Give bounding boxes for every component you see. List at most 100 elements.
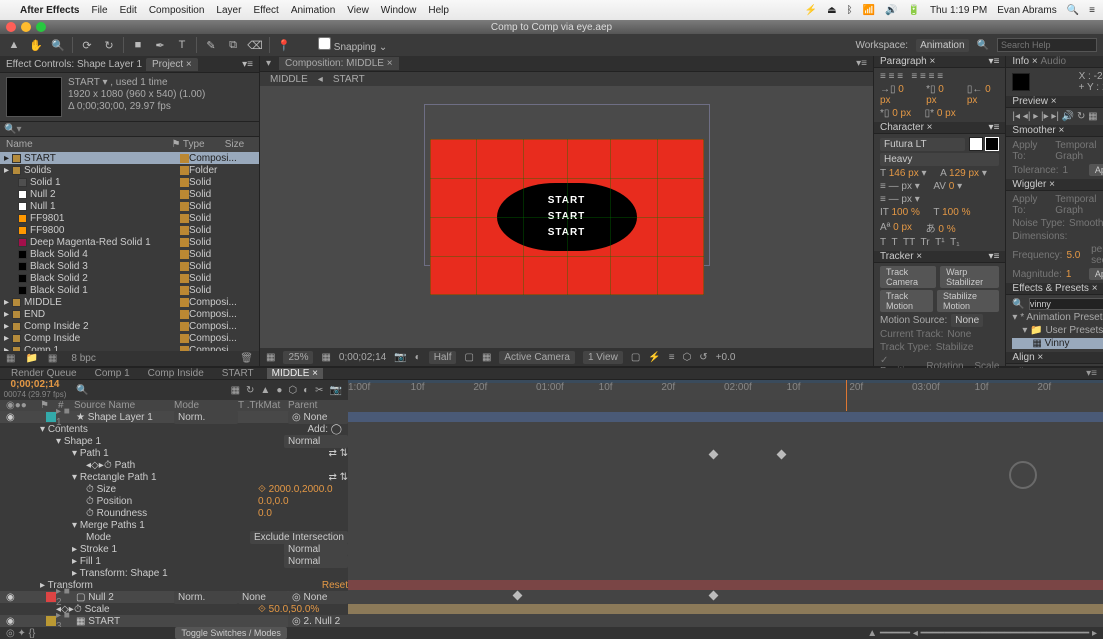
project-item[interactable]: Black Solid 4Solid <box>0 248 259 260</box>
project-item[interactable]: Null 1Solid <box>0 200 259 212</box>
menu-effect[interactable]: Effect <box>253 5 278 16</box>
bluetooth-icon[interactable]: ᛒ <box>847 5 853 16</box>
col-parent[interactable]: Parent <box>288 400 348 411</box>
roi-icon[interactable]: ▢ <box>464 352 473 363</box>
channel-icon[interactable]: ◐ <box>415 352 421 363</box>
comp-icon[interactable]: ▦ <box>48 353 57 364</box>
prop-row[interactable]: ▾ ContentsAdd: ◯ <box>0 423 348 435</box>
character-panel-header[interactable]: Character ×▾≡ <box>874 122 1005 134</box>
selection-tool-icon[interactable]: ▲ <box>6 37 22 53</box>
col-name[interactable]: Name <box>0 139 172 150</box>
align-panel-header[interactable]: Align ×▾≡ <box>1006 352 1103 364</box>
info-panel-header[interactable]: Info × Audio▾≡ <box>1006 56 1103 68</box>
font-style-dropdown[interactable]: Heavy <box>880 153 999 166</box>
menu-view[interactable]: View <box>347 5 369 16</box>
font-size[interactable]: T 146 px ▾ <box>880 168 927 179</box>
history-middle[interactable]: MIDDLE <box>270 74 308 85</box>
prop-row[interactable]: ⏱ Size⟐ 2000.0,2000.0 <box>0 483 348 495</box>
wiggler-panel-header[interactable]: Wiggler ×▾≡ <box>1006 179 1103 191</box>
menu-edit[interactable]: Edit <box>120 5 137 16</box>
clock[interactable]: Thu 1:19 PM <box>930 5 987 16</box>
prop-row[interactable]: ModeExclude Intersection <box>0 531 348 543</box>
col-size[interactable]: Size <box>225 139 259 150</box>
zoom-tool-icon[interactable]: 🔍 <box>50 37 66 53</box>
tab-middle[interactable]: MIDDLE × <box>267 368 323 379</box>
menu-help[interactable]: Help <box>428 5 449 16</box>
text-tool-icon[interactable]: T <box>174 37 190 53</box>
prop-row[interactable]: ▾ Path 1⇄ ⇅ <box>0 447 348 459</box>
tl-switch-icon[interactable]: ↻ <box>246 385 254 396</box>
history-start[interactable]: START <box>333 74 365 85</box>
zoom-dropdown[interactable]: 25% <box>283 351 313 364</box>
exposure-reset-icon[interactable]: ↺ <box>699 352 707 363</box>
project-item[interactable]: Black Solid 2Solid <box>0 272 259 284</box>
fill-swatch[interactable] <box>969 137 983 151</box>
preview-panel-header[interactable]: Preview ×▾≡ <box>1006 96 1103 108</box>
layer-row[interactable]: ◉ ▸ ■ 1★ Shape Layer 1 Norm. ◎ None <box>0 411 348 423</box>
prop-row[interactable]: ▾ Rectangle Path 1⇄ ⇅ <box>0 471 348 483</box>
project-item[interactable]: Black Solid 3Solid <box>0 260 259 272</box>
shape-tool-icon[interactable]: ■ <box>130 37 146 53</box>
indent-left[interactable]: →▯ 0 px <box>880 84 913 106</box>
kerning[interactable]: ≡ — px ▾ <box>880 181 920 192</box>
views-dropdown[interactable]: 1 View <box>583 351 623 364</box>
brush-tool-icon[interactable]: ✎ <box>203 37 219 53</box>
interpret-icon[interactable]: ▦ <box>6 353 15 364</box>
bpc-label[interactable]: 8 bpc <box>71 353 95 364</box>
keyframe[interactable] <box>513 591 523 601</box>
tl-switch-icon[interactable]: ▦ <box>231 385 240 396</box>
prop-row[interactable]: ▸ Fill 1Normal <box>0 555 348 567</box>
keyframe[interactable] <box>709 591 719 601</box>
project-item[interactable]: FF9800Solid <box>0 224 259 236</box>
volume-icon[interactable]: 🔊 <box>885 5 897 16</box>
hand-tool-icon[interactable]: ✋ <box>28 37 44 53</box>
user-name[interactable]: Evan Abrams <box>997 5 1056 16</box>
prop-row[interactable]: ▸ Transform: Shape 1 <box>0 567 348 579</box>
timecode-display[interactable]: 0;00;02;14 00074 (29.97 fps) <box>0 380 70 400</box>
effect-controls-tab[interactable]: Effect Controls: Shape Layer 1 <box>6 59 142 70</box>
spotlight-icon[interactable]: 🔍 <box>1067 5 1079 16</box>
font-family-dropdown[interactable]: Futura LT <box>880 138 965 151</box>
project-item[interactable]: FF9801Solid <box>0 212 259 224</box>
menu-animation[interactable]: Animation <box>291 5 335 16</box>
tl-switch-icon[interactable]: ✂ <box>315 385 323 396</box>
warp-stabilizer-button[interactable]: Warp Stabilizer <box>940 266 999 288</box>
prop-row[interactable]: ◂◇▸⏱ Path <box>0 459 348 471</box>
pen-tool-icon[interactable]: ✒ <box>152 37 168 53</box>
prop-row[interactable]: ▸ Stroke 1Normal <box>0 543 348 555</box>
project-item-list[interactable]: ▸STARTComposi...▸SolidsFolderSolid 1Soli… <box>0 152 259 351</box>
indent-right[interactable]: ▯← 0 px <box>967 84 1000 106</box>
project-tab[interactable]: Project × <box>146 58 198 71</box>
project-item[interactable]: ▸ENDComposi... <box>0 308 259 320</box>
tl-switch-icon[interactable]: ● <box>276 385 282 396</box>
project-item[interactable]: Black Solid 1Solid <box>0 284 259 296</box>
project-item[interactable]: Deep Magenta-Red Solid 1Solid <box>0 236 259 248</box>
tab-comp-inside[interactable]: Comp Inside <box>143 368 209 379</box>
layer-row[interactable]: ◉ ▸ ■ 2▢ Null 2 Norm. None ◎ None <box>0 591 348 603</box>
col-trkmat[interactable]: T .TrkMat <box>238 400 288 411</box>
search-help-input[interactable] <box>997 38 1097 52</box>
horizontal-scale[interactable]: T 100 % <box>933 207 970 218</box>
space-before[interactable]: *▯ 0 px <box>880 108 911 119</box>
tl-switch-icon[interactable]: 📷 <box>330 385 342 396</box>
tab-comp1[interactable]: Comp 1 <box>90 368 135 379</box>
camera-dropdown[interactable]: Active Camera <box>499 351 575 364</box>
window-minimize[interactable] <box>21 22 31 32</box>
tl-switch-icon[interactable]: ◐ <box>303 385 309 396</box>
timeline-icon[interactable]: ≡ <box>669 352 675 363</box>
col-source-name[interactable]: Source Name <box>74 400 174 411</box>
prop-row[interactable]: ◂◇▸⏱ Scale⟐ 50.0,50.0% <box>0 603 348 615</box>
preset-tree-item[interactable]: ▾ 📁 User Presets <box>1012 325 1103 336</box>
pixel-aspect-icon[interactable]: ▢ <box>631 352 640 363</box>
trash-icon[interactable]: 🗑 <box>240 353 253 364</box>
prop-row[interactable]: ▾ Shape 1Normal <box>0 435 348 447</box>
prop-row[interactable]: ⏱ Roundness0.0 <box>0 507 348 519</box>
prop-row[interactable]: ▸ TransformReset <box>0 579 348 591</box>
effects-search-input[interactable] <box>1029 298 1103 310</box>
project-item[interactable]: ▸Comp 1Composi... <box>0 344 259 351</box>
vertical-scale[interactable]: IT 100 % <box>880 207 920 218</box>
paragraph-panel-header[interactable]: Paragraph ×▾≡ <box>874 56 1005 68</box>
menu-composition[interactable]: Composition <box>149 5 205 16</box>
preset-tree-item[interactable]: ▦ Vinny <box>1012 338 1103 349</box>
paragraph-align-buttons[interactable]: ≡ ≡ ≡ ≡ ≡ ≡ ≡ <box>880 71 999 82</box>
